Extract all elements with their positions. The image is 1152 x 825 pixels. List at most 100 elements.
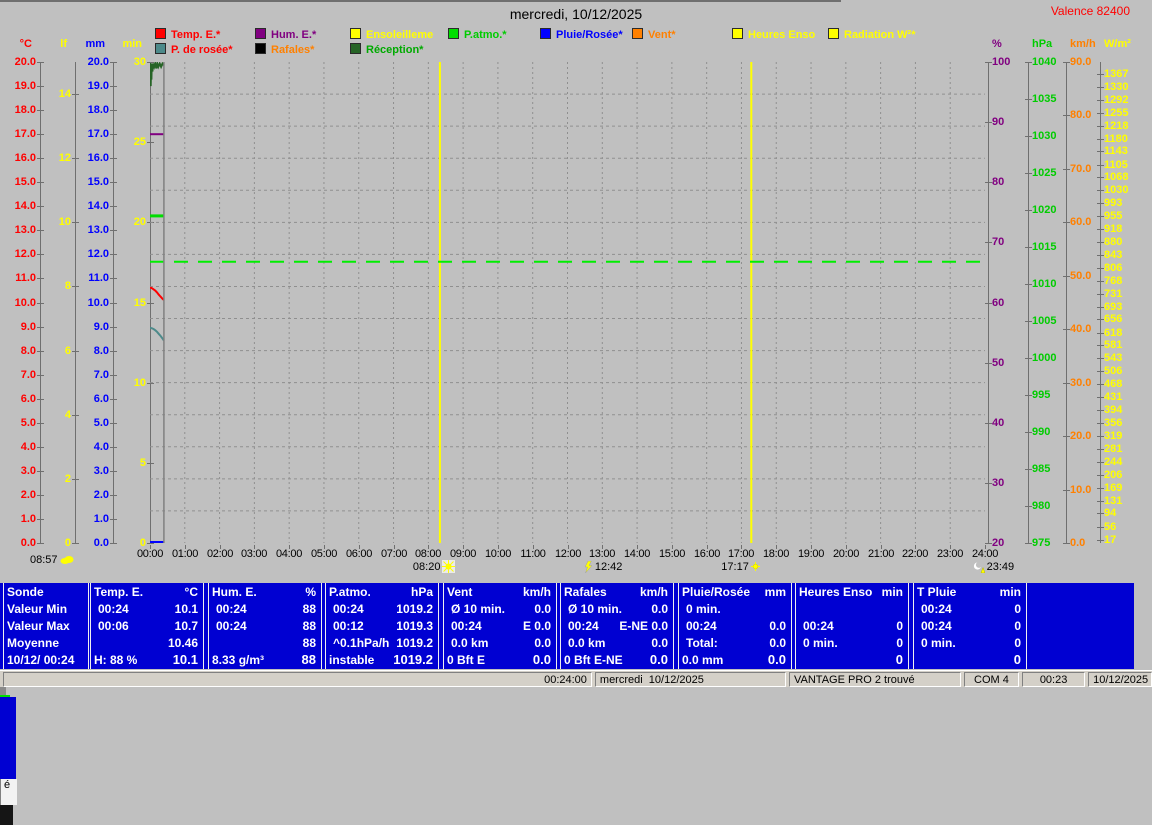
axis-tick-w-m bbox=[1097, 307, 1104, 308]
axis-label-mm: 20.0 bbox=[73, 56, 112, 68]
axis-tick-w-m bbox=[1097, 345, 1104, 346]
legend-label: P.atmo.* bbox=[464, 29, 507, 41]
table-cell: Pluie/Rosée bbox=[679, 585, 765, 599]
axis-label-w-m: 731 bbox=[1104, 288, 1144, 300]
background-window-white-fragment[interactable]: é bbox=[0, 779, 17, 805]
page-title: mercredi, 10/12/2025 bbox=[0, 6, 1152, 22]
axis-unit-min: min bbox=[106, 38, 150, 51]
axis-label-c: 5.0 bbox=[0, 417, 39, 429]
axis-label-c: 8.0 bbox=[0, 345, 39, 357]
table-cell: 0.0 km bbox=[561, 636, 651, 650]
table-cell: Heures Enso bbox=[796, 585, 882, 599]
legend-label: Ensoleilleme bbox=[366, 29, 433, 41]
axis-label-w-m: 244 bbox=[1104, 456, 1144, 468]
x-axis-label: 06:00 bbox=[341, 548, 377, 560]
table-row: 10/12/ 00:24 bbox=[4, 651, 88, 668]
axis-tick-w-m bbox=[1097, 126, 1104, 127]
table-column-pluie-ros-e: Pluie/Roséemm0 min.00:240.0Total:0.00.0 … bbox=[678, 583, 792, 669]
axis-tick-hpa bbox=[1025, 358, 1032, 359]
axis-tick-w-m bbox=[1097, 203, 1104, 204]
axis-label-w-m: 1105 bbox=[1104, 159, 1144, 171]
table-column-t-pluie: T Pluiemin00:24000:2400 min.00 bbox=[913, 583, 1027, 669]
axis-label-x: 40 bbox=[992, 417, 1032, 429]
table-column-heures-enso: Heures Ensomin00:2400 min.00 bbox=[795, 583, 909, 669]
legend-item-pluie-ros-e: Pluie/Rosée* bbox=[540, 28, 623, 40]
axis-tick-km-h bbox=[1063, 62, 1070, 63]
sunrise-time-label: 08:20 bbox=[413, 561, 441, 573]
legend-swatch-p-atmo bbox=[448, 28, 459, 39]
table-cell: Rafales bbox=[561, 585, 640, 599]
legend-item-p-de-ros-e: P. de rosée* bbox=[155, 43, 233, 55]
axis-tick-x bbox=[985, 303, 992, 304]
table-cell: 1019.2 bbox=[396, 636, 438, 650]
table-cell: 88 bbox=[303, 602, 321, 616]
legend-item-ensoleilleme: Ensoleilleme bbox=[350, 28, 433, 40]
table-cell: 0 min. bbox=[796, 636, 896, 650]
legend-label: Vent* bbox=[648, 29, 676, 41]
table-row: Ø 10 min.0.0 bbox=[444, 600, 556, 617]
moonrise-time: 23:49 bbox=[973, 560, 1015, 573]
legend-item-vent: Vent* bbox=[632, 28, 676, 40]
x-axis-label: 13:00 bbox=[584, 548, 620, 560]
axis-label-mm: 1.0 bbox=[73, 513, 112, 525]
axis-label-lf: 2 bbox=[35, 473, 74, 485]
axis-label-lf: 12 bbox=[35, 152, 74, 164]
legend-swatch-r-ception bbox=[350, 43, 361, 54]
x-axis-label: 17:00 bbox=[723, 548, 759, 560]
axis-tick-x bbox=[985, 423, 992, 424]
table-column-sonde: SondeValeur MinValeur MaxMoyenne10/12/ 0… bbox=[3, 583, 89, 669]
table-column-vent: Ventkm/hØ 10 min.0.000:24E 0.00.0 km0.00… bbox=[443, 583, 557, 669]
table-cell: 0 bbox=[896, 636, 908, 650]
legend-swatch-temp-e bbox=[155, 28, 166, 39]
table-cell: ^0.1hPa/h bbox=[326, 636, 396, 650]
table-column-hum-e: Hum. E.%00:248800:2488888.33 g/m³88 bbox=[208, 583, 322, 669]
legend-label: Radiation W²* bbox=[844, 29, 916, 41]
axis-label-mm: 16.0 bbox=[73, 152, 112, 164]
chart-plot-area[interactable] bbox=[150, 62, 985, 543]
table-cell: 00:24 bbox=[914, 619, 1014, 633]
table-cell: Total: bbox=[679, 636, 769, 650]
table-row: ^0.1hPa/h1019.2 bbox=[326, 634, 438, 651]
background-window-edge[interactable] bbox=[0, 2, 18, 672]
axis-tick-w-m bbox=[1097, 488, 1104, 489]
table-cell: mm bbox=[765, 585, 791, 599]
table-cell: 10.7 bbox=[175, 619, 203, 633]
axis-tick-hpa bbox=[1025, 247, 1032, 248]
table-row: 00:24E 0.0 bbox=[444, 617, 556, 634]
table-cell: P.atmo. bbox=[326, 585, 411, 599]
table-row: Moyenne bbox=[4, 634, 88, 651]
axis-label-w-m: 543 bbox=[1104, 352, 1144, 364]
legend-label: P. de rosée* bbox=[171, 44, 233, 56]
axis-label-min: 15 bbox=[110, 297, 149, 309]
x-axis-label: 02:00 bbox=[202, 548, 238, 560]
table-cell: 10.46 bbox=[168, 636, 203, 650]
legend-label: Hum. E.* bbox=[271, 29, 316, 41]
axis-tick-km-h bbox=[1063, 115, 1070, 116]
solar-noon-time: 12:42 bbox=[584, 560, 623, 573]
table-row: Ventkm/h bbox=[444, 583, 556, 600]
axis-label-w-m: 17 bbox=[1104, 534, 1144, 546]
axis-label-c: 0.0 bbox=[0, 537, 39, 549]
axis-tick-w-m bbox=[1097, 462, 1104, 463]
background-window-blue-fragment[interactable] bbox=[0, 697, 16, 779]
table-row: 10.46 bbox=[91, 634, 203, 651]
axis-tick-hpa bbox=[1025, 506, 1032, 507]
axis-tick-x bbox=[985, 363, 992, 364]
axis-label-w-m: 955 bbox=[1104, 210, 1144, 222]
x-axis-label: 03:00 bbox=[236, 548, 272, 560]
axis-tick-hpa bbox=[1025, 543, 1032, 544]
axis-label-c: 2.0 bbox=[0, 489, 39, 501]
axis-tick-w-m bbox=[1097, 397, 1104, 398]
table-cell: 00:24 bbox=[679, 619, 769, 633]
table-row: 0 bbox=[796, 651, 908, 668]
table-cell: 00:24 bbox=[444, 619, 523, 633]
axis-label-c: 9.0 bbox=[0, 321, 39, 333]
axis-label-w-m: 506 bbox=[1104, 365, 1144, 377]
table-row bbox=[796, 600, 908, 617]
axis-label-w-m: 1255 bbox=[1104, 107, 1144, 119]
table-row: 00:240 bbox=[914, 600, 1026, 617]
axis-tick-w-m bbox=[1097, 281, 1104, 282]
table-cell: 88 bbox=[303, 619, 321, 633]
axis-tick-w-m bbox=[1097, 475, 1104, 476]
axis-label-w-m: 843 bbox=[1104, 249, 1144, 261]
